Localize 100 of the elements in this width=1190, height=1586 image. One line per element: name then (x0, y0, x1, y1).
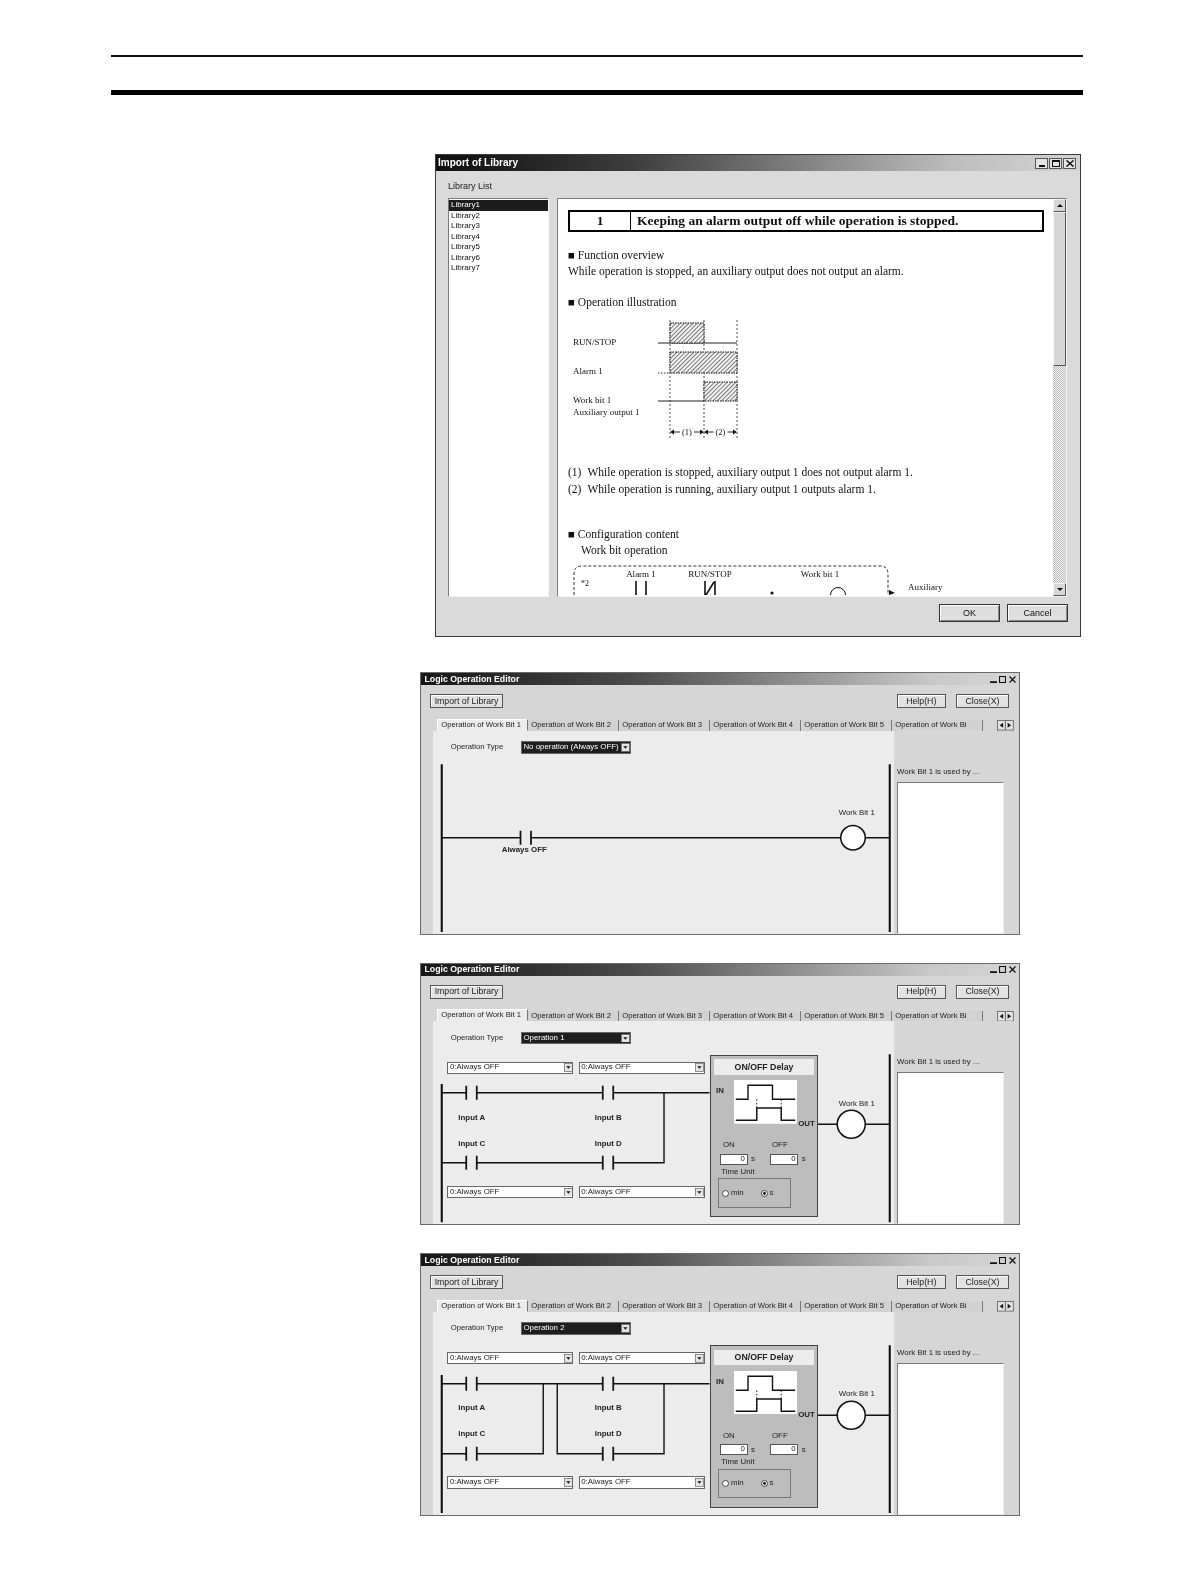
dropdown-arrow-icon (694, 1478, 704, 1487)
window-title: Logic Operation Editor (424, 673, 520, 685)
signal-pulse (669, 351, 738, 374)
window-title: Logic Operation Editor (424, 1254, 520, 1266)
close-button[interactable]: Close(X) (956, 1275, 1009, 1289)
maximize-icon[interactable] (999, 675, 1007, 683)
output-label: Auxiliary (908, 582, 943, 592)
section-title: ■ Operation illustration (568, 296, 677, 308)
contact-label: Alarm 1 (626, 569, 656, 579)
minimize-icon (1038, 164, 1045, 167)
dropdown-arrow-icon (694, 1353, 704, 1363)
contact-icon (465, 1445, 478, 1462)
list-label: Library List (448, 181, 492, 191)
contact-icon (635, 580, 647, 595)
contact-icon (465, 1085, 478, 1101)
contact-label: RUN/STOP (688, 569, 732, 579)
help-button[interactable]: Help(H) (896, 1275, 946, 1289)
contact-icon (465, 1375, 478, 1392)
contact-icon (519, 829, 533, 846)
coil-icon (836, 1109, 867, 1140)
scroll-down-button[interactable] (1053, 583, 1066, 596)
section-title: ■ Configuration content (568, 528, 680, 540)
signal-label: Work bit 1 (573, 395, 612, 405)
minimize-button[interactable] (1035, 157, 1048, 169)
close-icon[interactable] (1008, 966, 1016, 974)
cancel-button[interactable]: Cancel (1007, 604, 1068, 622)
close-button[interactable] (1063, 157, 1076, 169)
waveform-icon (733, 1370, 797, 1415)
contact-icon (602, 1445, 615, 1462)
dropdown-arrow-icon (621, 1324, 630, 1333)
dropdown-arrow-icon (694, 1063, 704, 1072)
list-item[interactable]: Library6 (449, 252, 548, 263)
contact-icon (602, 1375, 615, 1392)
note-marker: (1) (568, 465, 582, 481)
dropdown-arrow-icon (563, 1478, 573, 1487)
close-icon[interactable] (1008, 675, 1016, 683)
close-button[interactable]: Close(X) (956, 984, 1009, 999)
list-item[interactable]: Library3 (449, 221, 548, 232)
dropdown-arrow-icon (563, 1353, 573, 1363)
signal-line (657, 400, 705, 402)
coil-icon (830, 587, 846, 595)
down-arrow-icon (1056, 588, 1063, 591)
delay-title: ON/OFF Delay (714, 1059, 814, 1075)
junction-dot-icon (770, 591, 774, 595)
coil-label: Work bit 1 (800, 569, 840, 579)
import-library-button[interactable]: Import of Library (429, 1275, 504, 1289)
import-library-button[interactable]: Import of Library (429, 694, 504, 708)
close-icon[interactable] (1008, 1256, 1016, 1264)
contact-icon (602, 1085, 615, 1101)
scrollbar-thumb[interactable] (1053, 212, 1066, 366)
list-item[interactable]: Library1 (449, 200, 548, 211)
subsection-title: Work bit operation (581, 544, 668, 556)
contact-icon (704, 580, 716, 595)
waveform-icon (733, 1080, 797, 1124)
window-title: Import of Library (438, 157, 518, 169)
interval-label: (1) (682, 427, 692, 437)
help-button[interactable]: Help(H) (896, 984, 946, 999)
scroll-up-button[interactable] (1053, 199, 1066, 212)
note-text: While operation is stopped, auxiliary output 1 does not output alarm 1. (587, 465, 913, 481)
signal-label: Alarm 1 (573, 366, 603, 376)
section-title: ■ Function overview (568, 249, 665, 261)
list-item[interactable]: Library4 (449, 231, 548, 242)
maximize-icon (1051, 159, 1060, 167)
dropdown-arrow-icon (694, 1187, 704, 1197)
maximize-icon[interactable] (999, 966, 1007, 974)
list-item[interactable]: Library5 (449, 242, 548, 253)
maximize-button[interactable] (1049, 157, 1062, 169)
help-button[interactable]: Help(H) (896, 694, 946, 708)
right-arrow-icon[interactable] (1005, 720, 1014, 731)
maximize-icon[interactable] (999, 1256, 1007, 1264)
import-library-button[interactable]: Import of Library (429, 984, 504, 999)
interval-label: (2) (715, 427, 726, 437)
dropdown-arrow-icon (563, 1187, 573, 1197)
signal-pulse (703, 381, 738, 402)
list-item[interactable]: Library7 (449, 263, 548, 274)
up-arrow-icon (1056, 204, 1063, 207)
dropdown-arrow-icon (621, 1033, 630, 1043)
contact-icon (465, 1155, 478, 1171)
table-cell-text: Keeping an alarm output off while operation is stopped. (636, 212, 959, 230)
right-arrow-icon[interactable] (1005, 1301, 1014, 1312)
coil-icon (840, 824, 867, 851)
delay-title: ON/OFF Delay (714, 1349, 814, 1366)
list-item[interactable]: Library2 (449, 210, 548, 221)
output-arrow-icon (889, 590, 895, 595)
window-title: Logic Operation Editor (424, 964, 520, 975)
note-mark: *2 (581, 579, 589, 588)
close-button[interactable]: Close(X) (956, 694, 1009, 708)
ok-button[interactable]: OK (939, 604, 1000, 622)
dropdown-arrow-icon (563, 1063, 573, 1072)
signal-label: RUN/STOP (573, 337, 617, 347)
dropdown-arrow-icon (621, 743, 630, 752)
signal-pulse (669, 322, 705, 344)
right-arrow-icon[interactable] (1005, 1010, 1014, 1022)
signal-line (657, 372, 671, 374)
paragraph-text: While operation is stopped, an auxiliary output does not output an alarm. (568, 265, 904, 277)
coil-icon (836, 1400, 867, 1430)
close-icon (1065, 159, 1074, 167)
contact-icon (602, 1155, 615, 1171)
note-marker: (2) (568, 482, 582, 498)
table-cell: 1 (570, 212, 631, 230)
